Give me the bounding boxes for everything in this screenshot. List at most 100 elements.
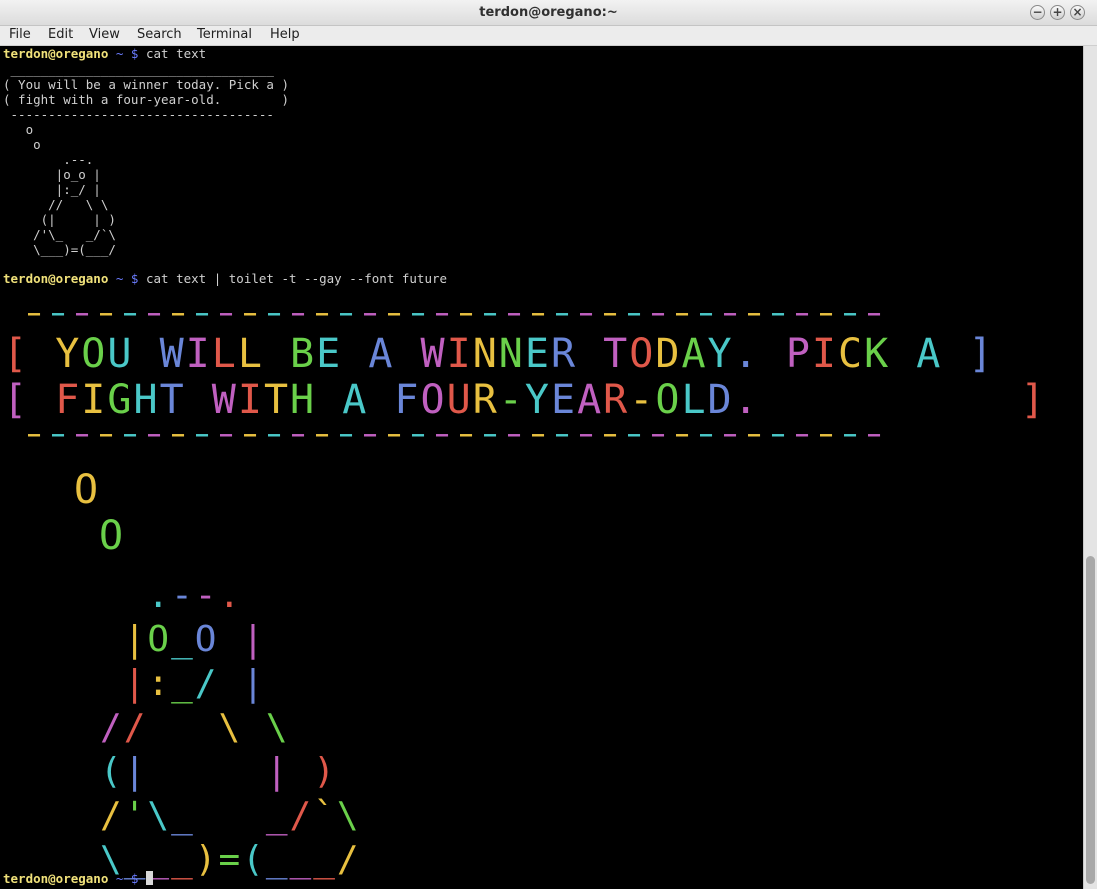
toilet-dash: – — [700, 422, 715, 446]
toilet-char — [218, 795, 242, 836]
toilet-char: ( — [242, 839, 266, 880]
toilet-char: ] — [1020, 377, 1047, 423]
toilet-char — [195, 795, 219, 836]
toilet-char — [760, 331, 786, 377]
toilet-char: . — [733, 377, 760, 423]
cowsay-output: ___________________________________ ( Yo… — [3, 62, 289, 257]
toilet-char: U — [446, 377, 473, 423]
menu-edit[interactable]: Edit — [48, 27, 73, 42]
prompt-line-3: terdon@oregano ~ $ — [3, 871, 153, 886]
toilet-char — [100, 619, 124, 660]
toilet-char: . — [147, 575, 172, 616]
toilet-char: \ — [218, 707, 243, 748]
toilet-char: _ — [171, 663, 195, 704]
menu-search[interactable]: Search — [137, 27, 182, 42]
toilet-dash: – — [76, 422, 91, 446]
toilet-dash: – — [580, 422, 595, 446]
toilet-char: - — [629, 377, 656, 423]
toilet-art-row: /'\_ _/`\ — [100, 796, 361, 836]
toilet-char: A — [916, 331, 943, 377]
toilet-art-row: |O_O | — [100, 620, 266, 660]
toilet-dash: – — [460, 422, 475, 446]
toilet-char — [133, 331, 159, 377]
close-button[interactable]: × — [1070, 5, 1085, 20]
toilet-char: R — [603, 377, 630, 423]
toilet-char: T — [159, 377, 186, 423]
toilet-char: . — [733, 331, 760, 377]
menu-help[interactable]: Help — [270, 27, 300, 42]
toilet-char: W — [159, 331, 186, 377]
toilet-dash: – — [604, 422, 619, 446]
toilet-char: Y — [55, 331, 82, 377]
minimize-button[interactable]: − — [1030, 5, 1045, 20]
toilet-char — [171, 707, 195, 748]
toilet-char — [342, 331, 368, 377]
toilet-char: _ — [289, 839, 314, 880]
toilet-char — [218, 751, 242, 792]
toilet-char — [890, 331, 916, 377]
toilet-dash: – — [628, 422, 643, 446]
toilet-char: L — [681, 377, 708, 423]
toilet-char — [838, 377, 864, 423]
scroll-thumb[interactable] — [1086, 556, 1095, 884]
toilet-char: ' — [123, 795, 148, 836]
toilet-dash: – — [292, 422, 307, 446]
toilet-o-1: O — [74, 470, 100, 510]
toilet-char — [264, 331, 290, 377]
toilet-char — [995, 377, 1021, 423]
toilet-char: F — [55, 377, 82, 423]
toilet-char: I — [185, 331, 212, 377]
toilet-char: L — [237, 331, 264, 377]
toilet-char: E — [316, 331, 343, 377]
toilet-char: Y — [524, 377, 551, 423]
toilet-dash: – — [76, 301, 91, 325]
toilet-char — [147, 707, 171, 748]
toilet-char: | — [242, 663, 266, 704]
toilet-dash: – — [220, 422, 235, 446]
toilet-dash: – — [796, 422, 811, 446]
toilet-dash: – — [820, 422, 835, 446]
toilet-art-row: .--. — [100, 576, 242, 616]
toilet-char — [760, 377, 786, 423]
toilet-char: | — [123, 751, 148, 792]
terminal-area[interactable]: terdon@oregano ~ $ cat text ____________… — [0, 46, 1083, 889]
toilet-dash: – — [28, 301, 43, 325]
menu-file[interactable]: File — [9, 27, 31, 42]
toilet-dash: – — [772, 422, 787, 446]
toilet-dash: – — [412, 301, 427, 325]
prompt-user: terdon@oregano — [3, 871, 109, 886]
toilet-dash: – — [292, 301, 307, 325]
menu-view[interactable]: View — [89, 27, 120, 42]
window-titlebar[interactable]: terdon@oregano:~ − + × — [0, 0, 1097, 26]
toilet-dash: – — [604, 301, 619, 325]
toilet-dash: – — [676, 422, 691, 446]
toilet-char: O — [194, 619, 219, 660]
maximize-button[interactable]: + — [1050, 5, 1065, 20]
toilet-char: F — [394, 377, 421, 423]
scrollbar[interactable] — [1083, 46, 1097, 889]
menu-terminal[interactable]: Terminal — [197, 27, 252, 42]
window-title: terdon@oregano:~ — [479, 5, 618, 20]
toilet-dash: – — [268, 422, 283, 446]
toilet-char: _ — [313, 839, 337, 880]
toilet-char: N — [498, 331, 525, 377]
toilet-dash: – — [724, 422, 739, 446]
toilet-dash: – — [388, 422, 403, 446]
toilet-dash: – — [796, 301, 811, 325]
toilet-char: _ — [171, 619, 195, 660]
command-text: cat text — [146, 46, 207, 61]
toilet-char: / — [194, 663, 219, 704]
toilet-char — [394, 331, 420, 377]
toilet-char — [124, 575, 148, 616]
toilet-art-row: (| | ) — [100, 752, 337, 792]
toilet-char: - — [171, 575, 195, 616]
toilet-char: O — [147, 619, 172, 660]
toilet-char: ( — [100, 751, 124, 792]
toilet-dash: – — [388, 301, 403, 325]
toilet-dash: – — [100, 301, 115, 325]
toilet-char: I — [811, 331, 838, 377]
toilet-char — [29, 377, 55, 423]
toilet-char: E — [524, 331, 551, 377]
toilet-char — [100, 663, 124, 704]
toilet-char — [195, 751, 219, 792]
